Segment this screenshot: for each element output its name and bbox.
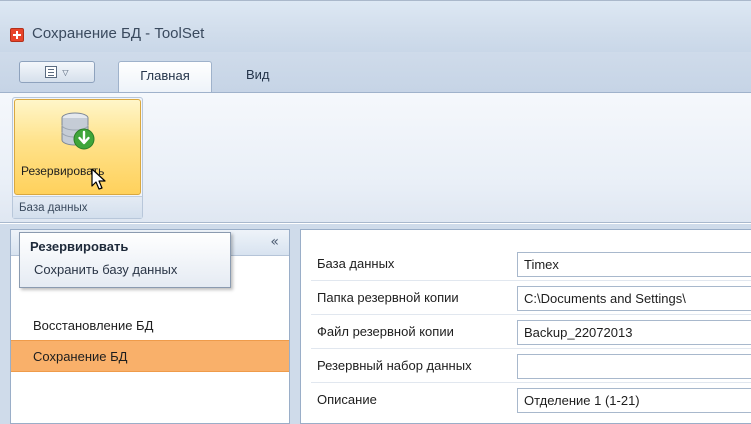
window-title: Сохранение БД - ToolSet (32, 25, 205, 42)
menu-icon (45, 66, 58, 78)
nav-item-restore[interactable]: Восстановление БД (11, 310, 289, 342)
app-icon (10, 28, 24, 42)
form-row: Описание Отделение 1 (1-21) (301, 383, 751, 417)
form-row: Резервный набор данных (301, 349, 751, 383)
tab-view[interactable]: Вид (232, 61, 284, 92)
backup-folder-label: Папка резервной копии (317, 290, 459, 305)
application-menu-button[interactable]: ▽ (19, 61, 95, 83)
description-field[interactable]: Отделение 1 (1-21) (517, 388, 751, 413)
backup-button[interactable]: Резервировать (14, 99, 141, 195)
backup-tooltip: Резервировать Сохранить базу данных (19, 232, 231, 288)
database-field[interactable]: Timex (517, 252, 751, 277)
form-row: Папка резервной копии C:\Documents and S… (301, 281, 751, 315)
backup-folder-field[interactable]: C:\Documents and Settings\ (517, 286, 751, 311)
backup-form: База данных Timex Папка резервной копии … (300, 229, 751, 424)
backup-set-label: Резервный набор данных (317, 358, 472, 373)
backup-file-label: Файл резервной копии (317, 324, 454, 339)
ribbon-panel: Резервировать База данных (0, 92, 751, 223)
ribbon-group-label: База данных (13, 196, 142, 218)
title-bar: Сохранение БД - ToolSet (0, 0, 751, 52)
tooltip-text: Сохранить базу данных (34, 262, 178, 277)
chevron-down-icon: ▽ (62, 67, 69, 77)
database-label: База данных (317, 256, 395, 271)
mouse-cursor-icon (91, 168, 106, 190)
database-backup-icon (61, 112, 95, 150)
tooltip-title: Резервировать (30, 239, 129, 254)
form-row: База данных Timex (301, 247, 751, 281)
description-label: Описание (317, 392, 377, 407)
backup-set-field[interactable] (517, 354, 751, 379)
backup-button-label: Резервировать (21, 164, 105, 178)
form-row: Файл резервной копии Backup_22072013 (301, 315, 751, 349)
nav-item-save-db[interactable]: Сохранение БД (11, 340, 289, 372)
backup-file-field[interactable]: Backup_22072013 (517, 320, 751, 345)
ribbon-tab-strip: ▽ Главная Вид (0, 52, 751, 92)
ribbon-group-database: Резервировать База данных (12, 97, 143, 219)
tab-home[interactable]: Главная (118, 61, 212, 92)
collapse-pane-button[interactable]: « (270, 234, 279, 250)
